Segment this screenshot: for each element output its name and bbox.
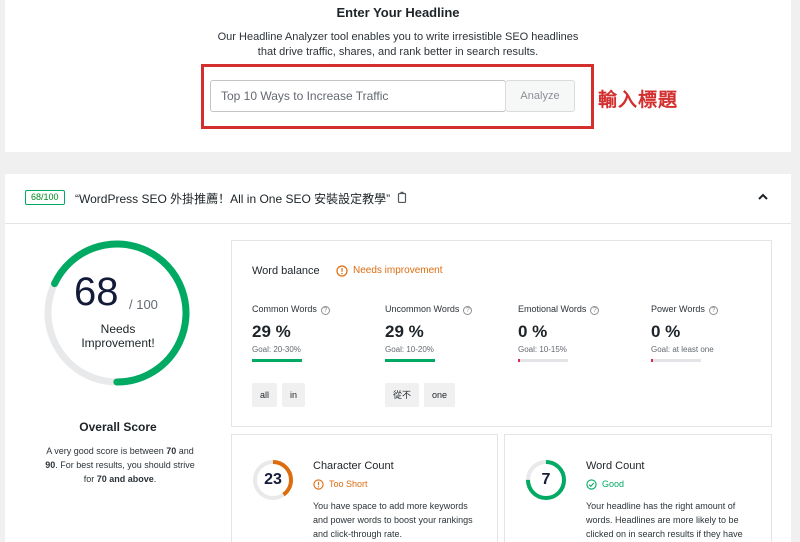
headline-input[interactable]: Top 10 Ways to Increase Traffic (210, 80, 506, 112)
overall-score-description: A very good score is between 70 and 90. … (42, 444, 198, 486)
desc-text: . (153, 474, 157, 484)
metric-label: Common Words? (252, 304, 372, 316)
word-chip: in (282, 383, 306, 407)
metric-value: 29 % (385, 322, 424, 341)
help-icon[interactable]: ? (463, 306, 473, 315)
metric-progress-fill (651, 359, 653, 362)
analyze-button[interactable]: Analyze (505, 80, 575, 112)
warning-circle-icon (313, 479, 324, 490)
word-balance-status: Needs improvement (353, 265, 443, 276)
metric-progress-bar (518, 359, 568, 362)
score-badge: 68/100 (25, 190, 65, 205)
analyzer-description-line1: Our Headline Analyzer tool enables you t… (217, 31, 579, 43)
desc-text: and (176, 446, 194, 456)
word-balance-panel: Word balance Needs improvement Common Wo… (231, 240, 772, 427)
metric-label: Uncommon Words? (385, 304, 505, 316)
chevron-up-icon[interactable] (757, 192, 769, 202)
metric-label-text: Power Words (651, 304, 705, 314)
analyzer-title: Enter Your Headline (336, 5, 460, 20)
word-count-title: Word Count (586, 460, 645, 472)
word-count-value: 7 (541, 471, 551, 488)
word-count-description: Your headline has the right amount of wo… (586, 501, 743, 539)
metric-progress-fill (252, 359, 302, 362)
character-count-value: 23 (264, 471, 282, 488)
warning-circle-icon (336, 265, 348, 277)
metric-power-words: Power Words? 0 % Goal: at least one (651, 304, 771, 362)
metric-goal: Goal: 10-15% (518, 345, 567, 354)
overall-score-label-line2: Improvement! (81, 336, 155, 350)
overall-score-title: Overall Score (79, 420, 157, 434)
character-count-description: You have space to add more keywords and … (313, 501, 473, 539)
overall-score-max: / 100 (129, 297, 158, 312)
metric-progress-bar (385, 359, 435, 362)
metric-goal: Goal: 20-30% (252, 345, 301, 354)
metric-label: Emotional Words? (518, 304, 638, 316)
metric-uncommon-words: Uncommon Words? 29 % Goal: 10-20% (385, 304, 505, 362)
metric-progress-fill (518, 359, 520, 362)
desc-bold: 90 (45, 460, 56, 470)
word-chip: 從不 (385, 383, 420, 407)
metric-progress-bar (252, 359, 302, 362)
overall-score-label: Needs Improvement! (60, 322, 176, 350)
analyzer-description-line2: that drive traffic, shares, and rank bet… (257, 46, 539, 58)
metric-emotional-words: Emotional Words? 0 % Goal: 10-15% (518, 304, 638, 362)
help-icon[interactable]: ? (590, 306, 600, 315)
metric-label: Power Words? (651, 304, 771, 316)
metric-label-text: Common Words (252, 304, 317, 314)
character-count-panel: 23 Character Count Too Short You have sp… (231, 434, 498, 542)
metric-value: 0 % (518, 322, 548, 341)
metric-label-text: Uncommon Words (385, 304, 460, 314)
desc-bold: 70 and above (96, 474, 154, 484)
annotation-label: 輸入標題 (598, 90, 679, 111)
metric-label-text: Emotional Words (518, 304, 587, 314)
metric-goal: Goal: at least one (651, 345, 714, 354)
character-count-title: Character Count (313, 460, 394, 472)
word-chip: all (252, 383, 278, 407)
metric-value: 0 % (651, 322, 681, 341)
desc-bold: 70 (166, 446, 177, 456)
result-header[interactable]: 68/100 “WordPress SEO 外掛推薦！All in One SE… (5, 174, 791, 224)
overall-score-label-line1: Needs (100, 322, 136, 336)
word-count-panel: 7 Word Count Good Your headline has the … (504, 434, 772, 542)
metric-progress-bar (651, 359, 701, 362)
word-count-status: Good (602, 479, 625, 489)
desc-text: A very good score is between (46, 446, 167, 456)
metric-value: 29 % (252, 322, 291, 341)
metric-progress-fill (385, 359, 435, 362)
copy-icon[interactable] (397, 191, 407, 203)
overall-score-value: 68 (74, 270, 119, 314)
metric-common-words: Common Words? 29 % Goal: 20-30% (252, 304, 372, 362)
word-balance-title: Word balance (252, 265, 320, 277)
metric-goal: Goal: 10-20% (385, 345, 434, 354)
analyzed-headline: “WordPress SEO 外掛推薦！All in One SEO 安裝設定教… (75, 192, 391, 206)
check-circle-icon (586, 479, 597, 490)
character-count-status: Too Short (329, 479, 368, 489)
help-icon[interactable]: ? (708, 306, 718, 315)
word-chip: one (424, 383, 456, 407)
analyzer-description: Our Headline Analyzer tool enables you t… (5, 30, 791, 60)
help-icon[interactable]: ? (320, 306, 330, 315)
